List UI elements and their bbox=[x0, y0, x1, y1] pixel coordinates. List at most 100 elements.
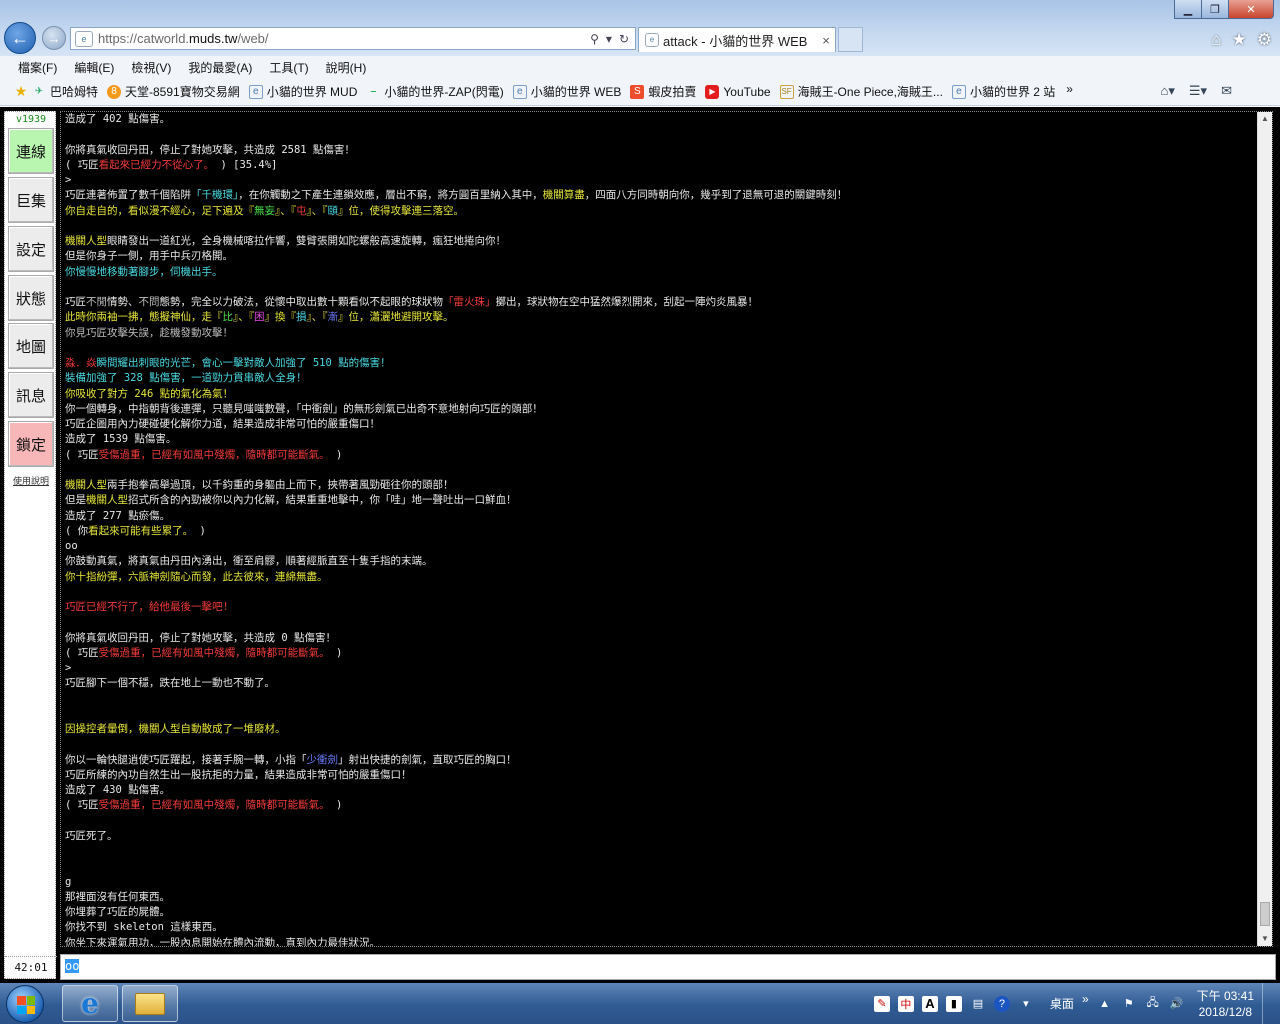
acrobat-icon[interactable]: ✎ bbox=[873, 995, 890, 1012]
favorite-shopee[interactable]: S 蝦皮拍賣 bbox=[630, 83, 696, 100]
favorite-8591[interactable]: 8 天堂-8591寶物交易網 bbox=[107, 83, 240, 100]
log-text: 你以一輪快腿逍使巧匠躍起，接著手腕一轉，小指「 bbox=[65, 753, 307, 766]
log-text: 』、『 bbox=[306, 204, 328, 217]
command-input[interactable]: oo bbox=[60, 954, 1276, 980]
log-line: ( 巧匠受傷過重，已經有如風中殘燭，隨時都可能斷氣。 ) bbox=[65, 646, 1255, 661]
map-button[interactable]: 地圖 bbox=[8, 323, 54, 369]
close-window-button[interactable]: ✕ bbox=[1228, 0, 1274, 19]
toolbar-overflow-chevron-icon[interactable]: » bbox=[1082, 992, 1089, 1006]
maximize-button[interactable]: ❐ bbox=[1201, 0, 1228, 19]
menu-file[interactable]: 檔案(F) bbox=[18, 59, 57, 76]
options-arrow-icon[interactable]: ▾ bbox=[1018, 996, 1034, 1012]
mail-icon[interactable]: ✉ bbox=[1221, 83, 1232, 99]
keyboard-icon[interactable]: ▮ bbox=[945, 995, 962, 1012]
menu-tools[interactable]: 工具(T) bbox=[269, 59, 308, 76]
search-icon[interactable]: ⚲ bbox=[590, 32, 599, 46]
terminal-scrollbar[interactable]: ▲ ▼ bbox=[1257, 112, 1272, 946]
favorite-catworld-web[interactable]: e 小貓的世界 WEB bbox=[512, 83, 621, 100]
volume-icon[interactable]: 🔊 bbox=[1169, 996, 1185, 1012]
menu-view[interactable]: 檢視(V) bbox=[131, 59, 171, 76]
scrollbar-thumb[interactable] bbox=[1260, 902, 1270, 926]
log-text: 』位，瀟灑地避開攻擊。 bbox=[338, 311, 454, 324]
macro-button[interactable]: 巨集 bbox=[8, 177, 54, 223]
log-text: 不閒 bbox=[86, 296, 107, 308]
menu-favorites[interactable]: 我的最愛(A) bbox=[188, 59, 252, 76]
help-icon[interactable]: ? bbox=[993, 995, 1010, 1012]
url-text[interactable]: https://catworld.muds.tw/web/ bbox=[98, 31, 590, 46]
scroll-down-arrow-icon[interactable]: ▼ bbox=[1258, 932, 1272, 946]
favorites-overflow-chevron-icon[interactable]: » bbox=[1066, 82, 1073, 96]
flag-icon[interactable]: ⚑ bbox=[1121, 996, 1137, 1012]
log-text: 』換『 bbox=[264, 311, 297, 324]
forward-button[interactable]: → bbox=[42, 26, 66, 50]
network-icon[interactable]: 🖧 bbox=[1145, 996, 1161, 1012]
log-line: 你見巧匠攻擊失誤，趁機發動攻擊！ bbox=[65, 326, 1255, 341]
add-favorite-star-icon[interactable]: ★ bbox=[14, 83, 28, 99]
shopee-icon: S bbox=[630, 84, 645, 99]
log-line: 你吸收了對方 246 點的氣化為氣！ bbox=[65, 387, 1255, 402]
version-label: v1939 bbox=[15, 114, 47, 125]
lock-button[interactable]: 鎖定 bbox=[8, 421, 54, 467]
log-line: > bbox=[65, 173, 1255, 188]
back-button[interactable]: ← bbox=[4, 22, 36, 54]
menu-edit[interactable]: 編輯(E) bbox=[74, 59, 114, 76]
tab-favicon-icon: e bbox=[645, 33, 659, 47]
window-controls: ▁ ❐ ✕ bbox=[1174, 0, 1274, 19]
settings-gear-icon[interactable]: ⚙ bbox=[1257, 30, 1272, 50]
log-text: 頤 bbox=[327, 204, 339, 217]
log-line: 但是機關人型招式所含的內勁被你以內力化解，結果重重地擊中，你「哇」地一聲吐出一口… bbox=[65, 493, 1255, 508]
address-bar[interactable]: e https://catworld.muds.tw/web/ ⚲ ▾ ↻ bbox=[70, 27, 636, 50]
tab-attack[interactable]: e attack - 小貓的世界 WEB × bbox=[638, 27, 836, 52]
log-text: 受傷過重，已經有如風中殘燭，隨時都可能斷氣。 bbox=[98, 646, 330, 659]
usage-guide-link[interactable]: 使用說明 bbox=[5, 474, 57, 487]
desktop-toolbar-label[interactable]: 桌面 bbox=[1050, 995, 1074, 1012]
home-icon[interactable]: ⌂ bbox=[1211, 30, 1221, 50]
new-tab-button[interactable] bbox=[838, 27, 863, 52]
log-text: 你將真氣收回丹田，停止了對她攻擊，共造成 0 點傷害！ bbox=[65, 631, 336, 644]
favorite-catworld-mud[interactable]: e 小貓的世界 MUD bbox=[248, 83, 357, 100]
start-button[interactable] bbox=[6, 985, 44, 1023]
log-line: 此時你兩袖一拂，態擬神仙，走『比』、『困』換『損』、『漸』位，瀟灑地避開攻擊。 bbox=[65, 310, 1255, 325]
scroll-up-arrow-icon[interactable]: ▲ bbox=[1258, 112, 1272, 126]
log-line: 但是你身子一側，用手中兵刃格開。 bbox=[65, 249, 1255, 264]
dropdown-arrow-icon[interactable]: ▾ bbox=[606, 32, 612, 46]
log-text: 比 bbox=[222, 311, 234, 324]
tab-close-icon[interactable]: × bbox=[817, 33, 835, 48]
connect-button[interactable]: 連線 bbox=[8, 128, 54, 174]
show-hidden-icons-icon[interactable]: ▲ bbox=[1097, 996, 1113, 1012]
taskbar-explorer-button[interactable] bbox=[122, 985, 178, 1022]
page-icon: e bbox=[951, 84, 966, 99]
log-text: ( 巧匠 bbox=[65, 158, 99, 171]
status-button[interactable]: 狀態 bbox=[8, 275, 54, 321]
log-line: 因操控者暈倒，機關人型自動散成了一堆廢材。 bbox=[65, 722, 1255, 737]
log-line: ( 巧匠看起來已經力不從心了。 ) [35.4%] bbox=[65, 158, 1255, 173]
minimize-button[interactable]: ▁ bbox=[1174, 0, 1201, 19]
log-text: 』、『 bbox=[233, 311, 254, 324]
taskbar-clock[interactable]: 下午 03:41 2018/12/8 bbox=[1197, 988, 1254, 1020]
terminal-output[interactable]: 造成了 402 點傷害。 你將真氣收回丹田，停止了對她攻擊，共造成 2581 點傷… bbox=[60, 111, 1273, 947]
favorite-bahamut[interactable]: ✈ 巴哈姆特 bbox=[32, 83, 98, 100]
log-text: 巧匠已經不行了，給他最後一擊吧! bbox=[65, 601, 229, 613]
taskbar-ie-button[interactable]: e bbox=[62, 985, 118, 1022]
menu-help[interactable]: 說明(H) bbox=[326, 59, 367, 76]
ime-toolbar-icon[interactable]: ▤ bbox=[970, 996, 986, 1012]
favorite-catworld-zap[interactable]: ⎯ 小貓的世界-ZAP(閃電) bbox=[366, 83, 504, 100]
log-text: 情勢、 bbox=[107, 296, 139, 308]
home-page-icon[interactable]: ⌂▾ bbox=[1161, 83, 1175, 99]
log-text: oo bbox=[65, 540, 78, 552]
ime-icon[interactable]: 中 bbox=[897, 995, 914, 1012]
log-line: 你鼓動真氣，將真氣由丹田內湧出，衝至肩髎，順著經脈直至十隻手指的末端。 bbox=[65, 554, 1255, 569]
rss-feed-icon[interactable]: ☰▾ bbox=[1189, 83, 1207, 99]
favorites-star-icon[interactable]: ★ bbox=[1232, 30, 1247, 50]
zap-icon: ⎯ bbox=[370, 86, 376, 97]
refresh-icon[interactable]: ↻ bbox=[619, 32, 629, 46]
favorite-onepiece[interactable]: SF 海賊王-One Piece,海賊王... bbox=[779, 83, 943, 100]
settings-button[interactable]: 設定 bbox=[8, 226, 54, 272]
message-button[interactable]: 訊息 bbox=[8, 372, 54, 418]
font-a-icon[interactable]: A bbox=[921, 995, 938, 1012]
favorite-youtube[interactable]: ▶ YouTube bbox=[705, 84, 771, 99]
favorite-catworld-2[interactable]: e 小貓的世界 2 站 bbox=[951, 83, 1055, 100]
show-desktop-button[interactable] bbox=[1262, 983, 1272, 1024]
log-text: 淼．焱 bbox=[65, 357, 97, 369]
